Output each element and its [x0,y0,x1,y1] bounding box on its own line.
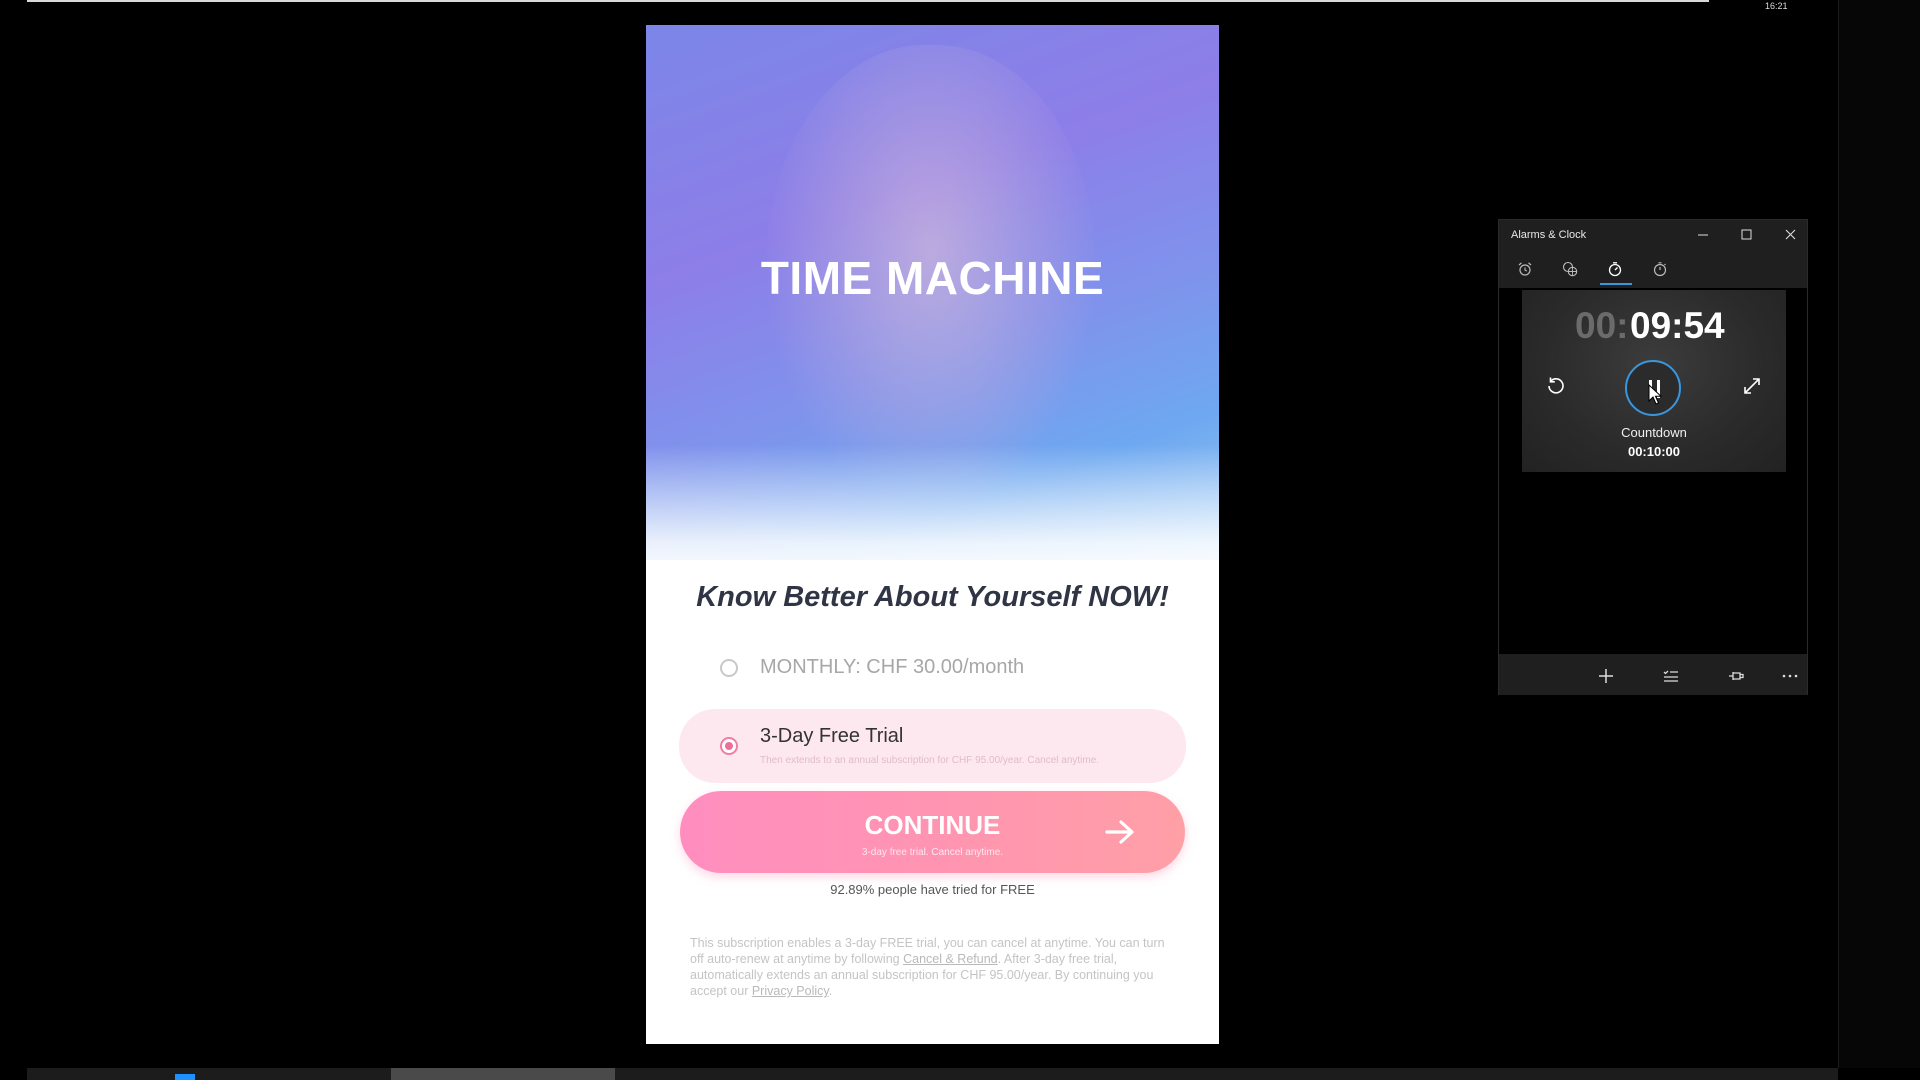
app-title: TIME MACHINE [760,252,1105,304]
tab-alarm[interactable] [1507,256,1543,282]
timer-icon [1608,262,1622,277]
paywall-screen: TIME MACHINE Know Better About Yourself … [646,25,1219,1044]
legal-text: This subscription enables a 3-day FREE t… [690,935,1177,999]
title-bar[interactable]: Alarms & Clock [1499,220,1807,250]
timer-name: Countdown [1621,425,1687,440]
mouse-cursor-icon [1648,384,1663,405]
legal-text-part-3: . [828,984,833,998]
plan-label-trial: 3-Day Free Trial [760,725,904,747]
social-proof-text: 92.89% people have tried for FREE [830,882,1035,897]
select-timers-button[interactable] [1658,662,1684,688]
select-list-icon [1663,670,1678,682]
search-box[interactable] [89,1068,169,1080]
plan-option-trial[interactable]: 3-Day Free Trial Then extends to an annu… [679,709,1186,783]
reset-button[interactable] [1544,374,1568,398]
screen-top-edge [27,0,1709,2]
close-button[interactable] [1778,224,1802,246]
tab-world-clock[interactable] [1552,256,1588,282]
hero-fade [646,445,1219,585]
globe-clock-icon [1562,261,1578,277]
radio-checked-icon[interactable] [720,737,738,755]
timer-total: 00:10:00 [1627,444,1681,459]
tab-bar [1499,250,1807,288]
alarms-clock-window: Alarms & Clock 00: 09:54 Countdown 00:10… [1498,219,1808,695]
plan-sublabel-trial: Then extends to an annual subscription f… [760,755,1100,766]
plan-label-monthly: MONTHLY: CHF 30.00/month [760,656,1025,678]
privacy-policy-link[interactable]: Privacy Policy [752,984,829,998]
taskbar-app-icon[interactable] [175,1074,195,1080]
timer-hours: 00: [1575,305,1629,346]
add-timer-button[interactable] [1593,662,1619,688]
continue-button[interactable]: CONTINUE 3-day free trial. Cancel anytim… [680,791,1185,873]
more-icon [1782,674,1798,678]
taskbar [27,1068,1838,1080]
active-tab-indicator [1600,283,1632,285]
pin-button[interactable] [1723,662,1749,688]
pin-icon [1729,672,1744,680]
taskbar-clock[interactable]: 16:21 [1765,1,1788,11]
command-bar [1499,654,1807,695]
maximize-icon [1741,229,1752,240]
minimize-button[interactable] [1691,224,1715,246]
timer-remaining: 09:54 [1630,305,1725,346]
tab-stopwatch[interactable] [1642,256,1678,282]
taskbar-active-window[interactable] [391,1068,615,1080]
expand-icon [1744,378,1760,394]
cancel-refund-link[interactable]: Cancel & Refund [903,952,998,966]
window-title: Alarms & Clock [1511,229,1587,241]
maximize-button[interactable] [1734,224,1758,246]
add-icon [1599,669,1613,683]
tab-timer[interactable] [1597,256,1633,285]
start-button[interactable] [41,1068,59,1080]
reset-icon [1548,377,1564,394]
minimize-icon [1698,234,1708,236]
stopwatch-icon [1653,262,1667,277]
radio-unchecked-icon[interactable] [720,659,738,677]
alarm-clock-icon [1518,262,1532,276]
arrow-right-icon [1105,820,1134,844]
expand-button[interactable] [1740,374,1764,398]
close-icon [1785,229,1796,240]
timer-card[interactable]: 00: 09:54 Countdown 00:10:00 [1522,290,1786,472]
screen-right-edge [1838,0,1920,1068]
plan-option-monthly[interactable]: MONTHLY: CHF 30.00/month [679,635,1186,701]
continue-sublabel: 3-day free trial. Cancel anytime. [861,847,1004,858]
headline: Know Better About Yourself NOW! [696,581,1169,613]
more-options-button[interactable] [1777,662,1803,688]
